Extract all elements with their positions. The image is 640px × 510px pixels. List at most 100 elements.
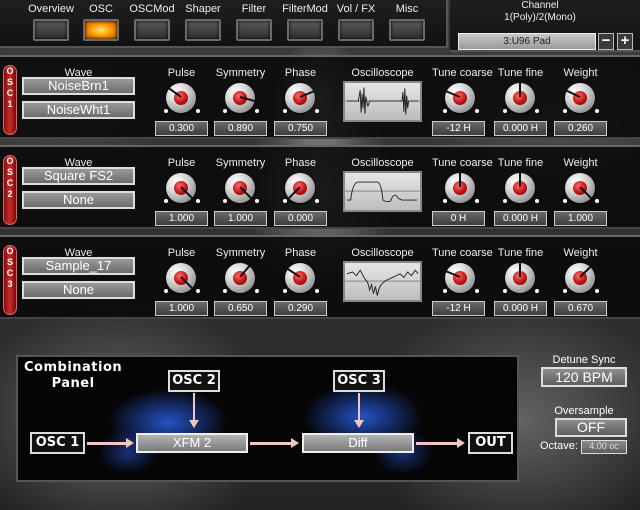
tab-button[interactable] — [134, 19, 170, 41]
knob-range-dot — [283, 109, 287, 113]
preset-next-button[interactable]: + — [617, 33, 633, 50]
oversample-toggle[interactable]: OFF — [555, 418, 627, 437]
tab-osc[interactable]: OSC — [76, 2, 126, 46]
knob-range-dot — [164, 109, 168, 113]
tab-filter[interactable]: Filter — [229, 2, 279, 46]
pulse-knob[interactable] — [166, 83, 196, 113]
knob-indicator — [459, 171, 461, 187]
osc-tag-char: 1 — [7, 99, 13, 109]
knob-range-dot — [475, 109, 479, 113]
oscilloscope-label: Oscilloscope — [351, 157, 414, 169]
mix-mode-1-selector[interactable]: XFM 2 — [136, 433, 248, 453]
phase-knob[interactable] — [285, 173, 315, 203]
tab-overview[interactable]: Overview — [26, 2, 76, 46]
tune-coarse-value[interactable]: 0 H — [432, 211, 485, 226]
knob-range-dot — [535, 199, 539, 203]
weight-knob[interactable] — [565, 263, 595, 293]
tab-misc[interactable]: Misc — [382, 2, 432, 46]
tab-button[interactable] — [287, 19, 323, 41]
oscilloscope-display — [343, 171, 422, 212]
tab-button[interactable] — [83, 19, 119, 41]
wave-primary-selector[interactable]: NoiseBrn1 — [22, 77, 135, 95]
knob-range-dot — [443, 289, 447, 293]
wave-primary-selector[interactable]: Square FS2 — [22, 167, 135, 185]
knob-range-dot — [255, 289, 259, 293]
wave-secondary-selector[interactable]: NoiseWht1 — [22, 101, 135, 119]
tune-fine-knob[interactable] — [505, 81, 535, 113]
tune-fine-value[interactable]: 0.000 H — [494, 211, 547, 226]
oscilloscope-trace — [346, 87, 419, 115]
wave-primary-selector[interactable]: Sample_17 — [22, 257, 135, 275]
tune-coarse-knob[interactable] — [444, 83, 475, 113]
tune-coarse-value[interactable]: -12 H — [432, 121, 485, 136]
tab-button[interactable] — [236, 19, 272, 41]
weight-knob[interactable] — [565, 83, 595, 113]
phase-knob[interactable] — [285, 263, 315, 293]
weight-value[interactable]: 0.260 — [554, 121, 607, 136]
phase-value[interactable]: 0.750 — [274, 121, 327, 136]
symmetry-knob[interactable] — [225, 263, 255, 293]
tab-oscmod[interactable]: OSCMod — [127, 2, 177, 46]
tab-shaper[interactable]: Shaper — [178, 2, 228, 46]
weight-label: Weight — [563, 157, 598, 169]
tab-button[interactable] — [185, 19, 221, 41]
octave-value[interactable]: 4.00 oc — [581, 440, 627, 454]
symmetry-knob[interactable] — [225, 173, 255, 203]
phase-value[interactable]: 0.000 — [274, 211, 327, 226]
tab-filtermod[interactable]: FilterMod — [280, 2, 330, 46]
weight-knob[interactable] — [565, 173, 595, 203]
mix-mode-2-selector[interactable]: Diff — [302, 433, 414, 453]
knob-range-dot — [563, 109, 567, 113]
tab-button[interactable] — [33, 19, 69, 41]
tune-fine-label: Tune fine — [497, 247, 544, 259]
knob-range-dot — [535, 289, 539, 293]
oscilloscope-display — [343, 261, 422, 302]
preset-selector[interactable]: 3:U96 Pad — [458, 33, 596, 50]
knob-cap — [233, 271, 247, 285]
symmetry-knob[interactable] — [225, 83, 256, 113]
weight-value[interactable]: 0.670 — [554, 301, 607, 316]
tune-coarse-knob[interactable] — [445, 171, 475, 203]
symmetry-label: Symmetry — [215, 157, 266, 169]
tab-button[interactable] — [389, 19, 425, 41]
tab-label: Overview — [28, 3, 74, 15]
knob-range-dot — [563, 289, 567, 293]
tune-fine-value[interactable]: 0.000 H — [494, 121, 547, 136]
weight-value[interactable]: 1.000 — [554, 211, 607, 226]
tune-fine-label: Tune fine — [497, 157, 544, 169]
arrow-head — [291, 438, 299, 448]
detune-sync-value[interactable]: 120 BPM — [541, 367, 627, 387]
osc1-node: OSC 1 — [30, 432, 85, 454]
wave-secondary-selector[interactable]: None — [22, 281, 135, 299]
wave-secondary-selector[interactable]: None — [22, 191, 135, 209]
pulse-knob[interactable] — [166, 173, 196, 203]
tab-button[interactable] — [338, 19, 374, 41]
pulse-value[interactable]: 0.300 — [155, 121, 208, 136]
pulse-label: Pulse — [167, 157, 196, 169]
osc3-node: OSC 3 — [333, 370, 385, 392]
phase-value[interactable]: 0.290 — [274, 301, 327, 316]
pulse-value[interactable]: 1.000 — [155, 301, 208, 316]
preset-prev-button[interactable]: − — [598, 33, 614, 50]
tune-fine-knob[interactable] — [505, 261, 535, 293]
symmetry-value[interactable]: 0.890 — [214, 121, 267, 136]
tune-coarse-value[interactable]: -12 H — [432, 301, 485, 316]
oscilloscope-display — [343, 81, 422, 122]
knob-range-dot — [443, 199, 447, 203]
tune-fine-value[interactable]: 0.000 H — [494, 301, 547, 316]
tab-vol-fx[interactable]: Vol / FX — [331, 2, 381, 46]
osc-row-3: O S C 3 Wave Pulse Symmetry Phase Oscilloscope Tu… — [0, 235, 640, 319]
knob-range-dot — [475, 199, 479, 203]
tune-coarse-knob[interactable] — [444, 263, 475, 293]
phase-label: Phase — [284, 157, 317, 169]
tune-fine-knob[interactable] — [505, 171, 535, 203]
symmetry-value[interactable]: 1.000 — [214, 211, 267, 226]
osc2-node: OSC 2 — [168, 370, 220, 392]
symmetry-value[interactable]: 0.650 — [214, 301, 267, 316]
pulse-value[interactable]: 1.000 — [155, 211, 208, 226]
out-node: OUT — [468, 432, 513, 454]
phase-knob[interactable] — [285, 83, 316, 113]
weight-label: Weight — [563, 67, 598, 79]
osc-row-2: O S C 2 Wave Pulse Symmetry Phase Oscilloscope Tu… — [0, 145, 640, 229]
pulse-knob[interactable] — [166, 263, 196, 293]
